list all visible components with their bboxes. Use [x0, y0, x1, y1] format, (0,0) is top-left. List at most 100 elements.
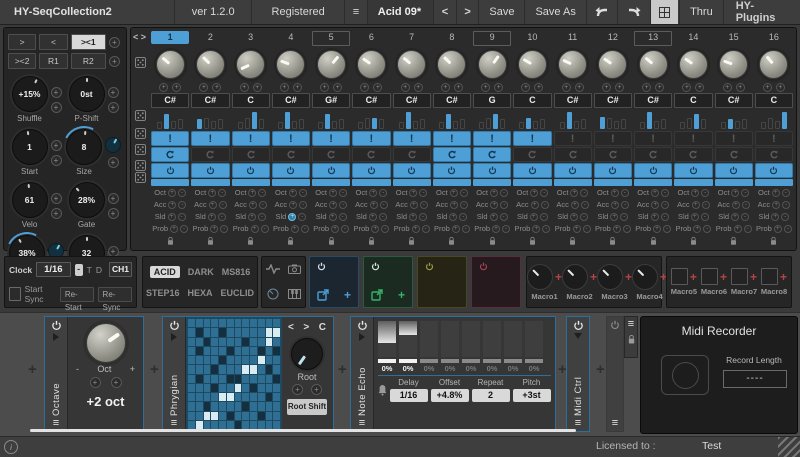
step-on-toggle[interactable] — [232, 163, 270, 178]
oct-dec-button[interactable]: - — [701, 189, 709, 197]
velocity-bar[interactable] — [339, 119, 344, 129]
scale-grid-cell[interactable] — [188, 319, 195, 327]
oct-dec-button[interactable]: - — [741, 189, 749, 197]
step-accent-toggle[interactable]: ! — [513, 131, 551, 146]
pitch-up-button[interactable]: + — [441, 83, 450, 92]
pitch-up-button[interactable]: + — [562, 83, 571, 92]
oct-inc-button[interactable]: + — [168, 189, 176, 197]
step-number[interactable]: 7 — [393, 31, 431, 44]
acc-inc-button[interactable]: + — [571, 201, 579, 209]
scale-grid-cell[interactable] — [242, 347, 249, 355]
acc-dec-button[interactable]: - — [178, 201, 186, 209]
prob-dec-button[interactable]: - — [502, 225, 510, 233]
pitch-down-button[interactable]: + — [494, 83, 503, 92]
scale-grid-cell[interactable] — [196, 412, 203, 420]
scale-grid-cell[interactable] — [273, 421, 280, 429]
prob-inc-button[interactable]: + — [492, 225, 500, 233]
step-note-value[interactable]: C# — [352, 93, 390, 108]
step-lock-button[interactable] — [433, 235, 471, 246]
sld-inc-button[interactable]: + — [610, 213, 618, 221]
scale-grid-cell[interactable] — [219, 402, 226, 410]
step-slide-toggle[interactable] — [554, 147, 592, 162]
scale-grid-cell[interactable] — [196, 384, 203, 392]
scale-grid-cell[interactable] — [204, 421, 211, 429]
velocity-bar[interactable] — [574, 121, 579, 129]
step-lock-button[interactable] — [594, 235, 632, 246]
sld-inc-button[interactable]: + — [691, 213, 699, 221]
macro-knob[interactable] — [527, 264, 553, 290]
mod-assign-button[interactable]: + — [108, 102, 119, 113]
prob-inc-button[interactable]: + — [412, 225, 420, 233]
pitch-up-button[interactable]: + — [682, 83, 691, 92]
step-number[interactable]: 12 — [594, 31, 632, 44]
macro-assign-button[interactable]: + — [780, 270, 787, 284]
velocity-bar[interactable] — [486, 118, 491, 129]
record-length-value[interactable]: ---- — [723, 370, 787, 388]
velocity-bar[interactable] — [621, 119, 626, 129]
step-number[interactable]: 15 — [715, 31, 753, 44]
prob-dec-button[interactable]: - — [462, 225, 470, 233]
oct-dec-button[interactable]: - — [580, 189, 588, 197]
prob-dec-button[interactable]: - — [703, 225, 711, 233]
scale-grid-cell[interactable] — [196, 421, 203, 429]
sld-inc-button[interactable]: + — [168, 213, 176, 221]
scale-grid-cell[interactable] — [273, 412, 280, 420]
mod-assign-button[interactable]: + — [111, 377, 122, 388]
step-accent-toggle[interactable]: ! — [272, 131, 310, 146]
scale-grid-cell[interactable] — [258, 356, 265, 364]
resize-grip[interactable] — [778, 437, 800, 457]
mod-assign-button[interactable]: + — [51, 140, 62, 151]
scale-grid-cell[interactable] — [250, 384, 257, 392]
scale-grid-cell[interactable] — [211, 328, 218, 336]
step-pitch-knob[interactable] — [639, 50, 668, 79]
acc-inc-button[interactable]: + — [490, 201, 498, 209]
step-on-toggle[interactable] — [594, 163, 632, 178]
scale-grid-cell[interactable] — [196, 402, 203, 410]
velocity-bar-active[interactable] — [728, 119, 733, 129]
scale-grid-cell[interactable] — [235, 402, 242, 410]
macro-assign-button[interactable]: + — [720, 270, 727, 284]
scale-grid-cell[interactable] — [242, 421, 249, 429]
scale-grid-cell[interactable] — [196, 375, 203, 383]
scale-grid-cell[interactable] — [188, 393, 195, 401]
prob-dec-button[interactable]: - — [583, 225, 591, 233]
macro-assign-button[interactable]: + — [690, 270, 697, 284]
pitch-down-button[interactable]: + — [333, 83, 342, 92]
pitch-down-button[interactable]: + — [655, 83, 664, 92]
step-gate-bar[interactable] — [352, 179, 390, 186]
pitch-down-button[interactable]: + — [695, 83, 704, 92]
pitch-up-button[interactable]: + — [199, 83, 208, 92]
menu-icon[interactable]: ≡ — [628, 319, 634, 329]
pitch-up-button[interactable]: + — [159, 83, 168, 92]
scale-grid-cell[interactable] — [227, 393, 234, 401]
scale-grid-cell[interactable] — [266, 356, 273, 364]
direction-button-><1[interactable]: ><1 — [71, 34, 106, 50]
step-accent-toggle[interactable]: ! — [433, 131, 471, 146]
shuffle-knob[interactable]: +15% — [12, 76, 48, 112]
sld-dec-button[interactable]: - — [580, 213, 588, 221]
step-number[interactable]: 11 — [554, 31, 592, 44]
power-icon[interactable] — [610, 320, 620, 330]
echo-tap-5[interactable]: 0% — [462, 321, 480, 373]
velo-knob[interactable]: 61 — [12, 182, 48, 218]
scale-grid-cell[interactable] — [250, 393, 257, 401]
oct-inc-button[interactable]: + — [289, 189, 297, 197]
velocity-bar[interactable] — [379, 119, 384, 129]
drag-handle-icon[interactable]: ≡ — [53, 418, 59, 428]
echo-tap-1[interactable]: 0% — [378, 321, 396, 373]
step-on-toggle[interactable] — [272, 163, 310, 178]
step-accent-toggle[interactable]: ! — [191, 131, 229, 146]
scale-grid-cell[interactable] — [219, 328, 226, 336]
prob-dec-button[interactable]: - — [341, 225, 349, 233]
echo-control-value[interactable]: +4.8% — [431, 389, 469, 402]
step-gate-bar[interactable] — [513, 179, 551, 186]
prob-dec-button[interactable]: - — [542, 225, 550, 233]
step-number[interactable]: 1 — [151, 31, 189, 44]
velocity-bar-active[interactable] — [782, 112, 787, 129]
step-accent-toggle[interactable]: ! — [393, 131, 431, 146]
acc-inc-button[interactable]: + — [450, 201, 458, 209]
acc-inc-button[interactable]: + — [732, 201, 740, 209]
mode-button-dark[interactable]: DARK — [188, 267, 214, 277]
step-pitch-knob[interactable] — [478, 50, 507, 79]
oct-inc-button[interactable]: + — [570, 189, 578, 197]
